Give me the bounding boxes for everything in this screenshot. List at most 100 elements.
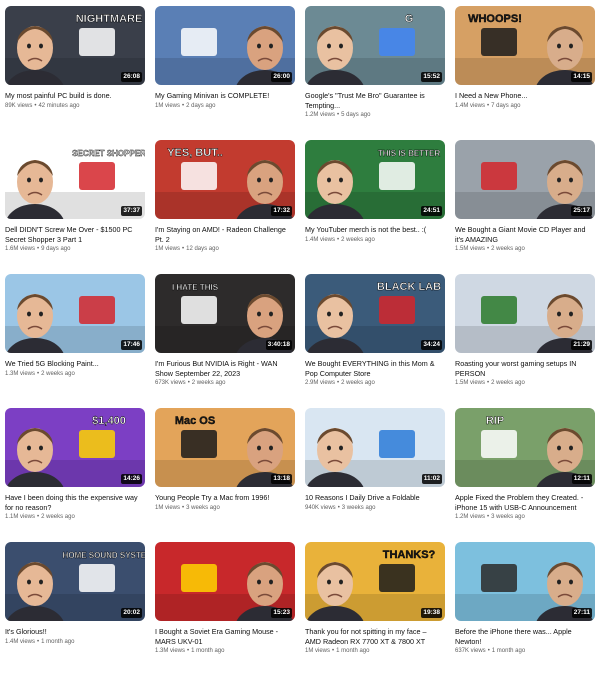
video-grid: NIGHTMARE 26:08 My most painful PC build i… [0, 0, 600, 660]
video-card[interactable]: THIS IS BETTER 24:51 My YouTuber merch is … [305, 140, 445, 274]
video-thumbnail[interactable]: YES, BUT.. 17:32 [155, 140, 295, 219]
video-thumbnail[interactable]: WHOOPS! 14:15 [455, 6, 595, 85]
thumbnail-prop [79, 28, 115, 56]
video-thumbnail[interactable]: 17:46 [5, 274, 145, 353]
thumbnail-overlay-text: WHOOPS! [468, 13, 522, 25]
duration-badge: 17:46 [121, 340, 142, 350]
thumbnail-overlay-text: THIS IS BETTER [378, 149, 440, 158]
video-card[interactable]: Mac OS 13:18 Young People Try a Mac from 1… [155, 408, 295, 542]
video-thumbnail[interactable]: Mac OS 13:18 [155, 408, 295, 487]
video-title[interactable]: Dell DIDN'T Screw Me Over - $1500 PC Sec… [5, 225, 143, 244]
video-card[interactable]: WHOOPS! 14:15 I Need a New Phone... 1.4M vi… [455, 6, 595, 140]
upload-age: 1 month ago [491, 648, 526, 654]
video-meta: 1.1M views • 2 weeks ago [5, 513, 145, 522]
separator-dot: • [182, 246, 185, 252]
presenter-eye [339, 445, 343, 451]
thumbnail-prop [481, 564, 517, 592]
video-title[interactable]: Young People Try a Mac from 1996! [155, 493, 293, 503]
video-title[interactable]: It's Glorious!! [5, 627, 143, 637]
view-count: 1.6M views [5, 246, 36, 252]
duration-badge: 20:02 [121, 608, 142, 618]
presenter-eye [257, 445, 261, 451]
video-title[interactable]: I'm Staying on AMD! - Radeon Challenge P… [155, 225, 293, 244]
video-card[interactable]: I HATE THIS 3:40:18 I'm Furious But NVIDIA… [155, 274, 295, 408]
video-card[interactable]: BLACK LAB 34:24 We Bought EVERYTHING in th… [305, 274, 445, 408]
separator-dot: • [337, 380, 340, 386]
video-card[interactable]: HOME SOUND SYSTEM! 20:02 It's Glorious!!1.… [5, 542, 145, 676]
video-thumbnail[interactable]: RIP 12:11 [455, 408, 595, 487]
video-thumbnail[interactable]: G 15:52 [305, 6, 445, 85]
separator-dot: • [182, 102, 185, 109]
video-title[interactable]: 10 Reasons I Daily Drive a Foldable [305, 493, 443, 503]
video-title[interactable]: Apple Fixed the Problem they Created. - … [455, 493, 593, 512]
video-card[interactable]: NIGHTMARE 26:08 My most painful PC build i… [5, 6, 145, 140]
video-title[interactable]: My most painful PC build is done. [5, 91, 143, 101]
video-card[interactable]: 11:02 10 Reasons I Daily Drive a Foldable… [305, 408, 445, 542]
video-card[interactable]: 21:29 Roasting your worst gaming setups I… [455, 274, 595, 408]
video-title[interactable]: Before the iPhone there was... Apple New… [455, 627, 593, 646]
video-thumbnail[interactable]: SECRET SHOPPER 37:37 [5, 140, 145, 219]
video-card[interactable]: G 15:52 Google's "Trust Me Bro" Guarantee … [305, 6, 445, 140]
video-title[interactable]: We Bought EVERYTHING in this Mom & Pop C… [305, 359, 443, 378]
presenter-eye [269, 177, 273, 183]
video-card[interactable]: 15:23 I Bought a Soviet Era Gaming Mouse … [155, 542, 295, 676]
video-thumbnail[interactable]: BLACK LAB 34:24 [305, 274, 445, 353]
presenter-eye [557, 445, 561, 451]
video-card[interactable]: YES, BUT.. 17:32 I'm Staying on AMD! - Rad… [155, 140, 295, 274]
video-thumbnail[interactable]: THANKS? 19:38 [305, 542, 445, 621]
video-card[interactable]: 25:17 We Bought a Giant Movie CD Player a… [455, 140, 595, 274]
video-title[interactable]: Thank you for not spitting in my face – … [305, 627, 443, 646]
video-title[interactable]: We Tried 5G Blocking Paint... [5, 359, 143, 369]
thumbnail-prop [181, 162, 217, 190]
video-card[interactable]: 26:00 My Gaming Minivan is COMPLETE! 1M vi… [155, 6, 295, 140]
video-title[interactable]: I'm Furious But NVIDIA is Right - WAN Sh… [155, 359, 293, 378]
video-thumbnail[interactable]: 25:17 [455, 140, 595, 219]
video-title[interactable]: Have I been doing this the expensive way… [5, 493, 143, 512]
video-card[interactable]: RIP 12:11 Apple Fixed the Problem they Cre… [455, 408, 595, 542]
video-title[interactable]: I Bought a Soviet Era Gaming Mouse - MAR… [155, 627, 293, 646]
presenter-eye [257, 177, 261, 183]
video-thumbnail[interactable]: $1,400 14:26 [5, 408, 145, 487]
video-card[interactable]: $1,400 14:26 Have I been doing this the ex… [5, 408, 145, 542]
presenter-eye [327, 311, 331, 317]
video-title[interactable]: We Bought a Giant Movie CD Player and it… [455, 225, 593, 244]
video-thumbnail[interactable]: 11:02 [305, 408, 445, 487]
video-meta: 673K views • 2 weeks ago [155, 379, 295, 388]
video-thumbnail[interactable]: NIGHTMARE 26:08 [5, 6, 145, 85]
view-count: 1M views [155, 102, 181, 109]
duration-badge: 3:40:18 [265, 340, 292, 350]
presenter-eye [39, 445, 43, 451]
video-thumbnail[interactable]: 27:11 [455, 542, 595, 621]
video-title[interactable]: Roasting your worst gaming setups IN PER… [455, 359, 593, 378]
video-meta: 1.4M views • 2 weeks ago [305, 236, 445, 245]
video-thumbnail[interactable]: I HATE THIS 3:40:18 [155, 274, 295, 353]
video-meta: 1.3M views • 1 month ago [155, 647, 295, 656]
view-count: 1M views [155, 246, 181, 252]
video-meta: 1M views • 12 days ago [155, 245, 295, 254]
video-title[interactable]: My YouTuber merch is not the best.. :( [305, 225, 443, 235]
video-title[interactable]: My Gaming Minivan is COMPLETE! [155, 91, 293, 101]
upload-age: 1 month ago [191, 648, 225, 654]
thumbnail-prop [79, 430, 115, 458]
view-count: 2.9M views [305, 380, 336, 386]
video-meta: 1M views • 2 days ago [155, 102, 295, 111]
duration-badge: 25:17 [571, 206, 592, 216]
video-thumbnail[interactable]: THIS IS BETTER 24:51 [305, 140, 445, 219]
separator-dot: • [337, 504, 340, 511]
thumbnail-prop [379, 296, 415, 324]
video-thumbnail[interactable]: 21:29 [455, 274, 595, 353]
presenter-eye [569, 43, 573, 49]
separator-dot: • [187, 648, 190, 654]
video-card[interactable]: SECRET SHOPPER 37:37 Dell DIDN'T Screw Me … [5, 140, 145, 274]
video-title[interactable]: I Need a New Phone... [455, 91, 593, 101]
view-count: 1.3M views [155, 648, 186, 654]
video-title[interactable]: Google's "Trust Me Bro" Guarantee is Tem… [305, 91, 443, 110]
duration-badge: 14:26 [121, 474, 142, 484]
video-thumbnail[interactable]: 26:00 [155, 6, 295, 85]
video-thumbnail[interactable]: 15:23 [155, 542, 295, 621]
video-card[interactable]: 27:11 Before the iPhone there was... Appl… [455, 542, 595, 676]
video-thumbnail[interactable]: HOME SOUND SYSTEM! 20:02 [5, 542, 145, 621]
video-card[interactable]: THANKS? 19:38 Thank you for not spitting i… [305, 542, 445, 676]
video-card[interactable]: 17:46 We Tried 5G Blocking Paint... 1.3M v… [5, 274, 145, 408]
upload-age: 2 weeks ago [341, 236, 375, 243]
